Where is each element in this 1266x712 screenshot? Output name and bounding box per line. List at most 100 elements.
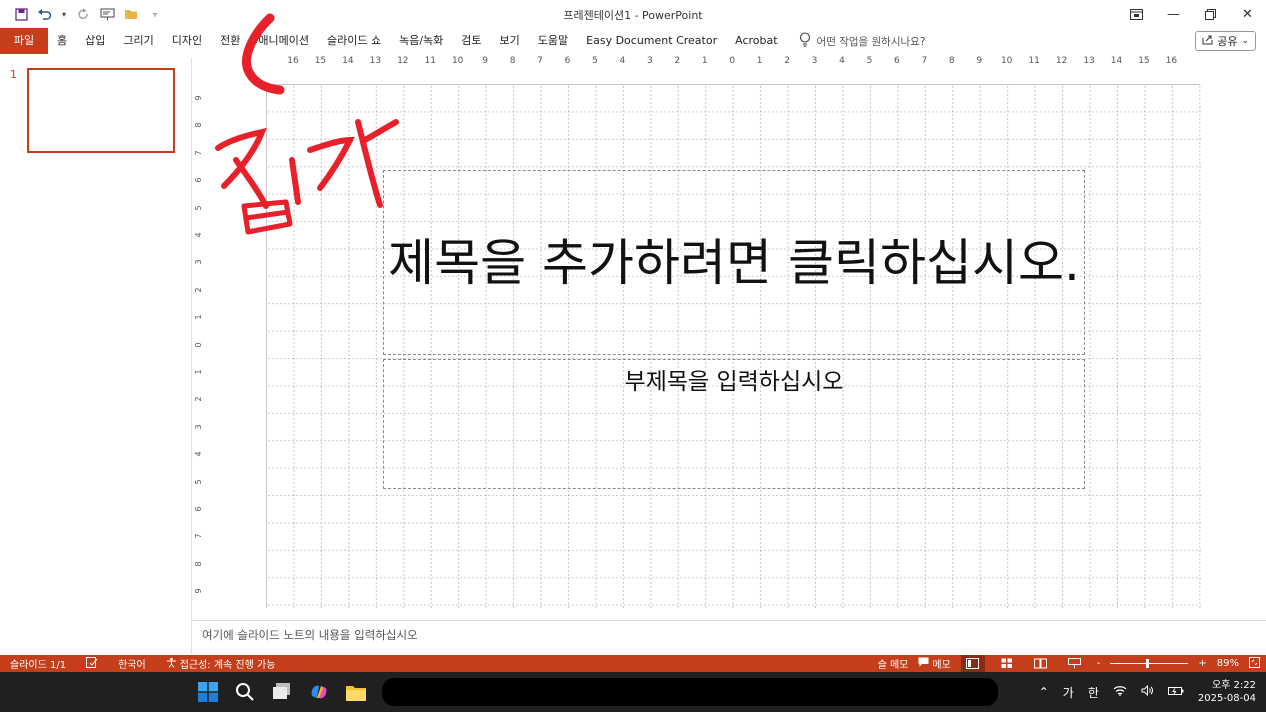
tab-slideshow[interactable]: 슬라이드 쇼 [318,28,390,54]
ruler-tick-label: 13 [369,56,382,66]
comments-button[interactable]: 메모 [918,656,951,671]
search-placeholder: 어떤 작업을 원하시나요? [816,35,926,48]
ruler-tick-label: 8 [194,561,204,567]
ruler-tick-label: 5 [194,205,204,211]
clock-time: 오후 2:22 [1211,680,1256,691]
ruler-tick-label: 4 [194,232,204,238]
ruler-tick-label: 4 [194,451,204,457]
tab-record[interactable]: 녹음/녹화 [390,28,452,54]
slide-thumbnail[interactable] [27,68,175,153]
ruler-tick-label: 2 [784,56,790,66]
ruler-tick-label: 2 [194,396,204,402]
ruler-tick-label: 9 [482,56,489,66]
clock[interactable]: 오후 2:22 2025-08-04 [1198,679,1256,705]
ruler-tick-label: 1 [194,314,204,320]
title-bar: ▾ ▿ 프레젠테이션1 - PowerPoint — ✕ [0,0,1266,28]
zoom-out-button[interactable]: - [1097,658,1101,669]
spellcheck-icon[interactable] [76,656,108,671]
horizontal-ruler: 16 15 14 13 12 11 10 9 8 7 6 5 4 3 2 1 0 1 2 3 4 5 6 7 8 9 10 11 12 1… [266,56,1200,68]
tab-home[interactable]: 홈 [48,28,76,54]
ruler-tick-label: 3 [194,259,204,265]
language-indicator[interactable]: 한국어 [108,656,156,671]
accessibility-status[interactable]: 접근성: 계속 진행 가능 [156,656,286,671]
ruler-tick-label: 15 [314,56,327,66]
zoom-in-button[interactable]: + [1198,658,1206,669]
tab-file[interactable]: 파일 [0,28,48,54]
notes-pane[interactable]: 여기에 슬라이드 노트의 내용을 입력하십시오 [192,620,1266,654]
ruler-tick-label: 14 [1110,56,1123,66]
ime-indicator-han[interactable]: 한 [1088,684,1099,701]
subtitle-placeholder[interactable]: 부제목을 입력하십시오 [383,359,1085,489]
tab-acrobat[interactable]: Acrobat [726,28,786,54]
ruler-tick-label: 7 [921,56,928,66]
reading-view-icon[interactable] [1029,655,1053,672]
volume-icon[interactable] [1141,684,1154,699]
file-explorer-icon[interactable] [344,680,368,704]
tab-review[interactable]: 검토 [452,28,490,54]
ruler-tick-label: 0 [729,56,736,66]
window-controls: — ✕ [1118,0,1266,28]
ruler-tick-label: 2 [194,287,204,293]
ribbon-display-icon[interactable] [1118,0,1155,28]
ruler-tick-label: 9 [976,56,983,66]
ruler-tick-label: 16 [1165,56,1178,66]
share-button[interactable]: 공유 ⌄ [1195,31,1256,51]
wifi-icon[interactable] [1113,685,1127,699]
title-placeholder-text: 제목을 추가하려면 클릭하십시오. [388,233,1080,292]
search-icon[interactable] [233,680,257,704]
tell-me-search[interactable]: 어떤 작업을 원하시나요? [799,32,926,50]
windows-start-icon[interactable] [196,680,220,704]
tab-view[interactable]: 보기 [491,28,529,54]
ruler-tick-label: 9 [194,588,204,594]
ruler-tick-label: 8 [194,122,204,128]
notes-toggle-button[interactable]: 슬 메모 [878,656,909,671]
ime-indicator-ga[interactable]: 가 [1063,684,1074,701]
redacted-region [382,678,998,706]
comments-label: 메모 [932,660,951,671]
title-placeholder[interactable]: 제목을 추가하려면 클릭하십시오. [383,170,1085,355]
battery-icon[interactable] [1167,685,1184,699]
close-icon[interactable]: ✕ [1229,0,1266,28]
ruler-tick-label: 15 [1138,56,1150,66]
minimize-icon[interactable]: — [1155,0,1192,28]
slide-canvas[interactable]: 제목을 추가하려면 클릭하십시오. 부제목을 입력하십시오 [266,84,1201,609]
zoom-slider[interactable] [1110,659,1189,668]
chevron-up-icon[interactable]: ⌃ [1039,685,1049,699]
ruler-tick-label: 8 [509,56,516,66]
zoom-level[interactable]: 89% [1217,658,1239,669]
ruler-tick-label: 5 [194,479,204,485]
ruler-tick-label: 1 [194,369,204,375]
notes-placeholder: 여기에 슬라이드 노트의 내용을 입력하십시오 [202,628,418,642]
comment-icon [918,657,929,670]
clock-date: 2025-08-04 [1197,693,1256,704]
system-tray: ⌃ 가 한 오후 2:22 2025-08-04 [1039,672,1256,712]
ruler-tick-label: 10 [1000,56,1013,66]
slideshow-view-icon[interactable] [1063,655,1087,672]
tab-draw[interactable]: 그리기 [114,28,162,54]
copilot-icon[interactable] [307,680,331,704]
status-bar: 슬라이드 1/1 한국어 접근성: 계속 진행 가능 슬 메모 메모 - + 8… [0,655,1266,672]
tab-animations[interactable]: 애니메이션 [249,28,318,54]
ruler-tick-label: 6 [894,56,900,66]
ruler-tick-label: 7 [537,56,543,66]
ruler-tick-label: 4 [839,56,845,66]
tab-help[interactable]: 도움말 [529,28,577,54]
normal-view-icon[interactable] [960,655,985,672]
tab-insert[interactable]: 삽입 [76,28,114,54]
slide-sorter-icon[interactable] [995,655,1019,672]
ruler-tick-label: 9 [194,95,204,101]
zoom-slider-knob[interactable] [1146,659,1150,668]
fit-slide-icon[interactable] [1249,656,1260,671]
accessibility-icon [166,657,177,671]
subtitle-placeholder-text: 부제목을 입력하십시오 [624,369,844,395]
ruler-tick-label: 14 [342,56,354,66]
powerpoint-window: ▾ ▿ 프레젠테이션1 - PowerPoint — ✕ 파일 홈 삽입 그리기… [0,0,1266,712]
tab-easy-document-creator[interactable]: Easy Document Creator [577,28,726,54]
tab-design[interactable]: 디자인 [163,28,211,54]
ruler-tick-label: 6 [194,177,204,183]
taskbar-apps [196,680,368,704]
ruler-tick-label: 5 [592,56,598,66]
task-view-icon[interactable] [270,680,294,704]
tab-transitions[interactable]: 전환 [211,28,249,54]
restore-icon[interactable] [1192,0,1229,28]
